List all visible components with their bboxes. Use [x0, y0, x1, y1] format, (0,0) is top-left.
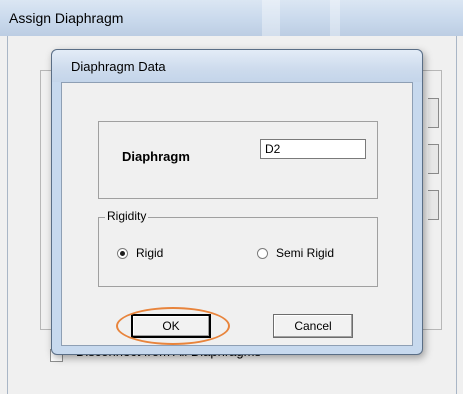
side-button[interactable] [428, 144, 439, 174]
ok-button[interactable]: OK [131, 314, 211, 338]
radio-unselected-icon [257, 247, 268, 259]
rigid-radio[interactable]: Rigid [117, 246, 163, 260]
cancel-button[interactable]: Cancel [273, 314, 353, 338]
diaphragm-panel: Diaphragm [98, 121, 378, 199]
dialog-titlebar[interactable]: Diaphragm Data [52, 50, 422, 82]
assign-diaphragm-title: Assign Diaphragm [9, 10, 124, 26]
diaphragm-data-dialog: Diaphragm Data Diaphragm Rigidity Rigid … [51, 49, 423, 355]
side-button[interactable] [428, 98, 439, 128]
dialog-title: Diaphragm Data [71, 59, 166, 74]
dialog-client-area: Diaphragm Rigidity Rigid Semi Rigid [61, 82, 413, 346]
rigid-radio-label: Rigid [136, 246, 164, 260]
diaphragm-name-input[interactable] [260, 139, 366, 159]
rigidity-group: Rigidity Rigid Semi Rigid [98, 209, 378, 287]
semi-rigid-radio[interactable]: Semi Rigid [257, 246, 334, 260]
radio-selected-icon [117, 247, 128, 259]
titlebar-glare [262, 0, 280, 36]
semi-rigid-radio-label: Semi Rigid [276, 246, 335, 260]
diaphragm-label: Diaphragm [122, 149, 190, 164]
side-button[interactable] [428, 190, 439, 220]
titlebar-glare [330, 0, 340, 36]
rigidity-legend: Rigidity [105, 209, 149, 223]
assign-diaphragm-titlebar[interactable]: Assign Diaphragm [0, 0, 463, 36]
